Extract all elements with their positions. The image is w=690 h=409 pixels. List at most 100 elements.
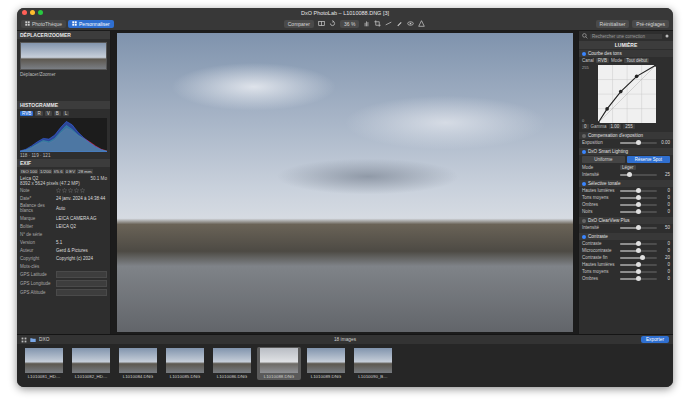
slider-handle[interactable] [636, 269, 641, 274]
thumbnail[interactable]: L1010081_HD… [22, 347, 66, 380]
search-icon[interactable] [582, 33, 588, 39]
slider-handle[interactable] [636, 225, 641, 230]
compare-button[interactable]: Comparer [284, 20, 314, 28]
star-icon[interactable] [80, 188, 85, 193]
slider-handle[interactable] [636, 262, 641, 267]
eye-icon[interactable] [407, 20, 414, 27]
slider-handle[interactable] [636, 209, 641, 214]
slider-value[interactable]: 0 [659, 209, 670, 214]
slider-value[interactable]: 50 [659, 225, 670, 230]
slider-value[interactable]: 0 [659, 276, 670, 281]
star-icon[interactable] [68, 188, 73, 193]
enable-toggle-icon[interactable] [582, 134, 586, 138]
photo[interactable] [117, 33, 573, 332]
section-header[interactable]: DxO ClearView Plus [579, 217, 673, 224]
metadata-field[interactable] [56, 289, 107, 296]
curve-point[interactable] [605, 107, 609, 111]
section-header[interactable]: Courbe des tons [579, 50, 673, 57]
slider-track[interactable] [620, 211, 657, 213]
section-header[interactable]: Compensation d'exposition [579, 132, 673, 139]
section-header[interactable]: DxO Smart Lighting [579, 148, 673, 155]
enable-toggle-icon[interactable] [582, 219, 586, 223]
curve-point[interactable] [619, 90, 623, 94]
curve-point[interactable] [598, 121, 600, 123]
folder-path[interactable]: DXO [39, 337, 49, 342]
metadata-value[interactable]: LEICA CAMERA AG [56, 216, 107, 221]
thumbnail[interactable]: L1010089.DNG [304, 347, 348, 380]
star-icon[interactable] [56, 188, 61, 193]
slider-value[interactable]: 0.00 [659, 140, 670, 145]
slider-track[interactable] [620, 197, 657, 199]
slider-handle[interactable] [636, 248, 641, 253]
enable-toggle-icon[interactable] [582, 182, 586, 186]
grid-icon[interactable] [21, 337, 27, 343]
thumbnail[interactable]: L1010088.DNG [257, 347, 301, 380]
workspace-tab[interactable]: PhotoThèque [21, 20, 66, 28]
rating[interactable] [56, 188, 86, 193]
slider-value[interactable]: 0 [659, 188, 670, 193]
enable-toggle-icon[interactable] [582, 150, 586, 154]
thumbnail[interactable]: L1010082_HD… [69, 347, 113, 380]
split-view-icon[interactable] [318, 20, 325, 27]
slider-track[interactable] [620, 190, 657, 192]
horizon-icon[interactable] [385, 20, 392, 27]
channel-button[interactable]: L [63, 111, 70, 116]
slider-track[interactable] [620, 264, 657, 266]
panel-header[interactable]: DÉPLACER/ZOOMER [17, 31, 110, 39]
slider-track[interactable] [620, 257, 657, 259]
slider-value[interactable]: 25 [659, 172, 670, 177]
slider-track[interactable] [620, 278, 657, 280]
slider-track[interactable] [620, 243, 657, 245]
slider-track[interactable] [620, 142, 657, 144]
zoom-select[interactable]: 36 % [340, 20, 359, 28]
star-icon[interactable] [74, 188, 79, 193]
curve-point[interactable] [635, 75, 639, 79]
slider-track[interactable] [620, 204, 657, 206]
channel-button[interactable]: B [54, 111, 61, 116]
slider-handle[interactable] [627, 172, 632, 177]
metadata-field[interactable] [56, 271, 107, 278]
slider-track[interactable] [620, 174, 657, 176]
slider-track[interactable] [620, 250, 657, 252]
minimize-button[interactable] [30, 10, 35, 15]
navigator-thumbnail[interactable] [20, 42, 107, 70]
curve-point[interactable] [654, 65, 656, 67]
warning-icon[interactable] [418, 20, 425, 27]
slider-handle[interactable] [636, 276, 641, 281]
slider-value[interactable]: 0 [659, 202, 670, 207]
sun-icon[interactable] [664, 33, 670, 39]
metadata-value[interactable]: Auto [56, 206, 107, 211]
metadata-value[interactable]: Copyright (c) 2024 [56, 256, 107, 261]
slider-track[interactable] [620, 227, 657, 229]
close-button[interactable] [22, 10, 27, 15]
dropdown[interactable]: RVB [596, 58, 609, 63]
slider-value[interactable]: 0 [659, 241, 670, 246]
workspace-tab[interactable]: Personnaliser [68, 20, 114, 28]
slider-handle[interactable] [640, 255, 645, 260]
crop-icon[interactable] [374, 20, 381, 27]
slider-track[interactable] [620, 271, 657, 273]
curve-chart[interactable] [598, 65, 656, 123]
slider-handle[interactable] [636, 195, 641, 200]
brush-icon[interactable] [396, 20, 403, 27]
header-button[interactable]: Réinitialiser [596, 20, 630, 28]
thumbnail[interactable]: L1010084.DNG [116, 347, 160, 380]
metadata-field[interactable] [56, 280, 107, 287]
metadata-value[interactable]: Gerd & Pictures [56, 248, 107, 253]
panel-header[interactable]: HISTOGRAMME [17, 101, 110, 109]
hand-icon[interactable] [363, 20, 370, 27]
dropdown[interactable]: Tout début [624, 58, 649, 63]
slider-handle[interactable] [636, 140, 641, 145]
input-min[interactable]: 0 [582, 124, 589, 129]
thumbnail[interactable]: L1010085.DNG [163, 347, 207, 380]
slider-handle[interactable] [636, 188, 641, 193]
slider-handle[interactable] [636, 241, 641, 246]
export-button[interactable]: Exporter [641, 336, 669, 343]
section-header[interactable]: Sélective tonale [579, 180, 673, 187]
curve-line[interactable] [598, 65, 656, 123]
metadata-value[interactable]: 5.1 [56, 240, 107, 245]
gamma-field[interactable]: 1.00 [609, 124, 622, 129]
search-field[interactable]: Rechercher une correction [590, 34, 662, 39]
slider-value[interactable]: 0 [659, 195, 670, 200]
input-max[interactable]: 255 [623, 124, 635, 129]
